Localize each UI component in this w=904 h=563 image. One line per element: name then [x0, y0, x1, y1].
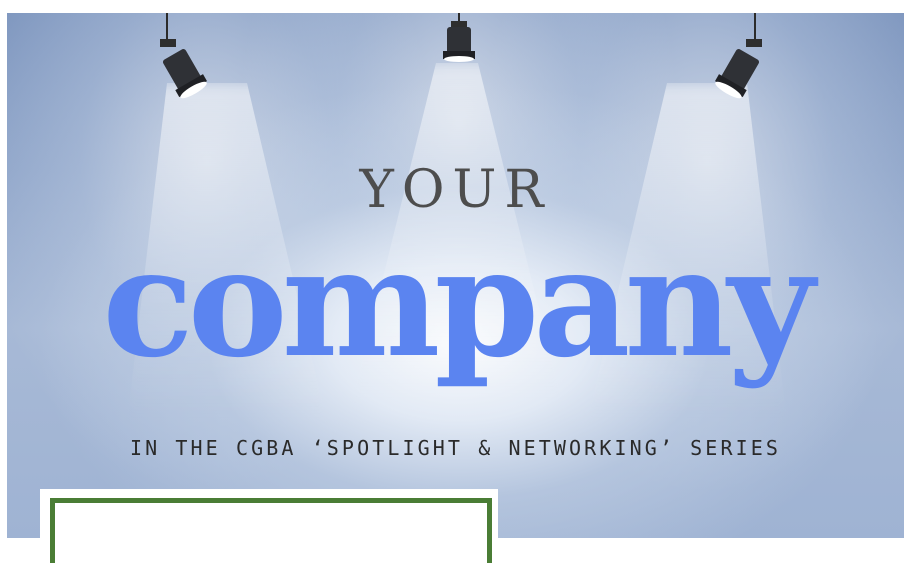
spotlight-icon: [707, 13, 767, 103]
series-tagline: IN THE CGBA ‘SPOTLIGHT & NETWORKING’ SER…: [129, 436, 782, 460]
headline-company: company: [102, 215, 814, 391]
headline-your: YOUR: [359, 160, 552, 220]
spotlight-icon: [155, 13, 215, 103]
spotlight-banner: YOUR company IN THE CGBA ‘SPOTLIGHT & NE…: [7, 13, 904, 538]
card-frame: [50, 498, 492, 563]
content-card: [40, 489, 498, 563]
spotlight-icon: [429, 13, 489, 73]
